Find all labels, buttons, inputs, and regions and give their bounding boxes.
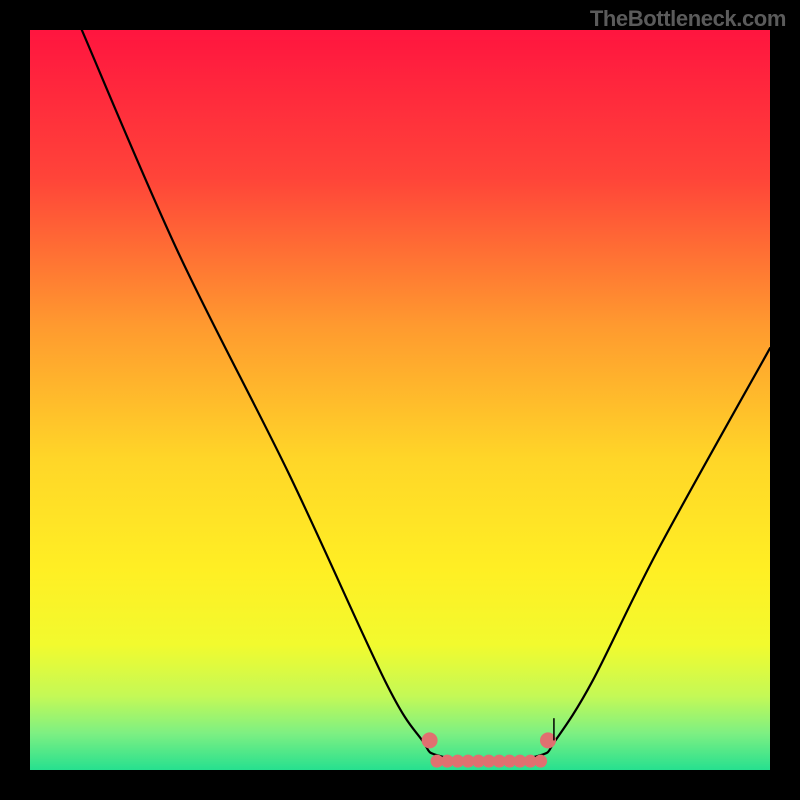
bottleneck-chart	[30, 30, 770, 770]
chart-frame: TheBottleneck.com	[0, 0, 800, 800]
gradient-background	[30, 30, 770, 770]
plot-area	[30, 30, 770, 770]
watermark-text: TheBottleneck.com	[590, 6, 786, 32]
